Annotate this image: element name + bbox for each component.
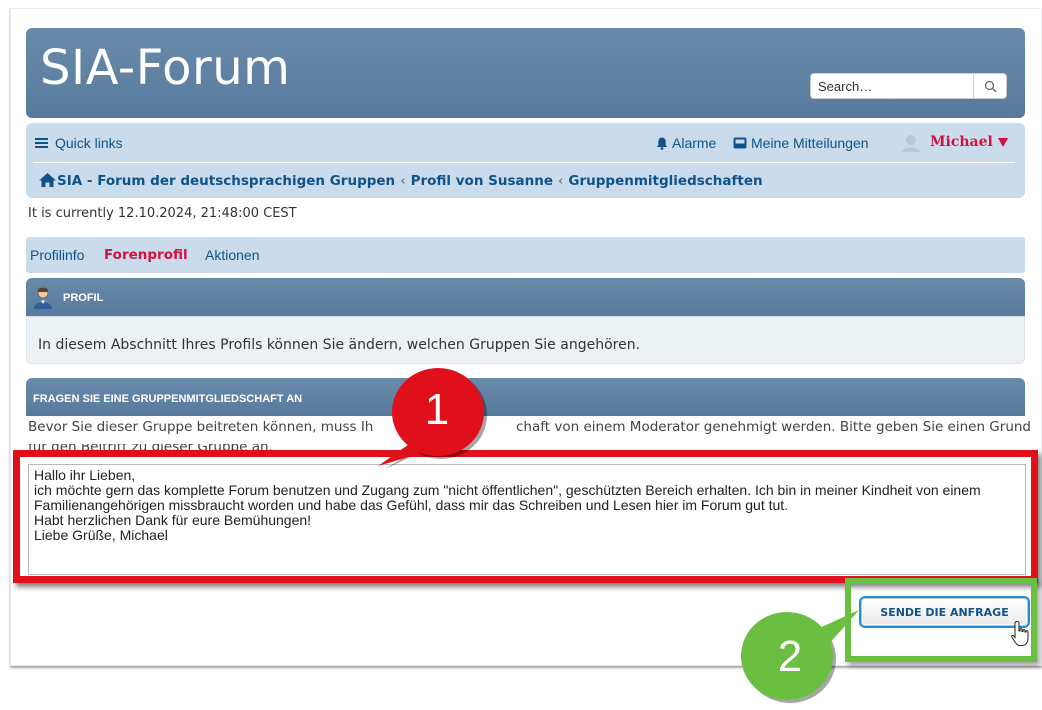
breadcrumb-item-groups[interactable]: Gruppenmitgliedschaften [568, 173, 762, 189]
site-header: SIA-Forum [26, 28, 1025, 118]
instruction-part1: Bevor Sie dieser Gruppe beitreten können… [28, 419, 374, 435]
avatar-icon [902, 135, 920, 152]
breadcrumb-separator: ‹ [558, 173, 564, 189]
profile-panel-text: In diesem Abschnitt Ihres Profils können… [38, 337, 641, 353]
request-instruction: Bevor Sie dieser Gruppe beitreten können… [28, 419, 373, 435]
current-time: It is currently 12.10.2024, 21:48:00 CES… [28, 206, 297, 221]
messages-label: Meine Mitteilungen [751, 135, 869, 151]
profile-panel-body: In diesem Abschnitt Ihres Profils können… [26, 316, 1025, 364]
hamburger-icon [35, 138, 48, 148]
bell-icon [656, 137, 668, 150]
callout-2-number: 2 [777, 632, 803, 681]
messages-link[interactable]: Meine Mitteilungen [733, 135, 869, 151]
search-input[interactable] [811, 74, 987, 98]
tab-forenprofil[interactable]: Forenprofil [104, 247, 188, 263]
breadcrumb-item-forum[interactable]: SIA - Forum der deutschsprachigen Gruppe… [57, 173, 395, 189]
request-instruction-cont: chaft von einem Moderator genehmigt werd… [516, 419, 1031, 435]
breadcrumb: SIA - Forum der deutschsprachigen Gruppe… [39, 173, 763, 189]
inbox-icon [733, 137, 747, 149]
instruction-part2: chaft von einem Moderator genehmigt werd… [516, 419, 1031, 435]
site-logo[interactable]: SIA-Forum [40, 40, 290, 96]
callout-1-number: 1 [424, 385, 450, 434]
quick-links-label: Quick links [55, 135, 123, 151]
navbar-divider [33, 162, 1015, 163]
alerts-label: Alarme [672, 135, 717, 151]
user-menu[interactable]: Michael [930, 134, 1008, 150]
breadcrumb-separator: ‹ [400, 173, 406, 189]
home-icon [39, 173, 56, 187]
quick-links-link[interactable]: Quick links [35, 135, 123, 151]
profile-panel-title: PROFIL [63, 292, 104, 304]
alerts-link[interactable]: Alarme [656, 135, 716, 151]
breadcrumb-item-profile[interactable]: Profil von Susanne [411, 173, 553, 189]
search-button[interactable] [973, 74, 1006, 98]
request-panel-title: FRAGEN SIE EINE GRUPPENMITGLIEDSCHAFT AN [33, 393, 303, 405]
profile-tabs: Profilinfo Forenprofil Aktionen [26, 237, 1025, 273]
username-label: Michael [930, 134, 993, 150]
navbar: Quick links Alarme Meine Mitteilungen Mi… [26, 123, 1025, 198]
request-panel-header: FRAGEN SIE EINE GRUPPENMITGLIEDSCHAFT AN [26, 378, 1025, 416]
search-box [810, 73, 1007, 99]
dropdown-icon [997, 137, 1008, 147]
tab-profilinfo[interactable]: Profilinfo [30, 247, 84, 263]
profile-user-icon [34, 287, 52, 309]
highlight-red-box [13, 450, 1038, 583]
profile-panel-header: PROFIL [26, 278, 1025, 316]
navbar-top-row: Quick links Alarme Meine Mitteilungen Mi… [33, 132, 1015, 156]
search-icon [984, 80, 996, 92]
highlight-green-box [845, 578, 1037, 662]
tab-aktionen[interactable]: Aktionen [205, 247, 259, 263]
